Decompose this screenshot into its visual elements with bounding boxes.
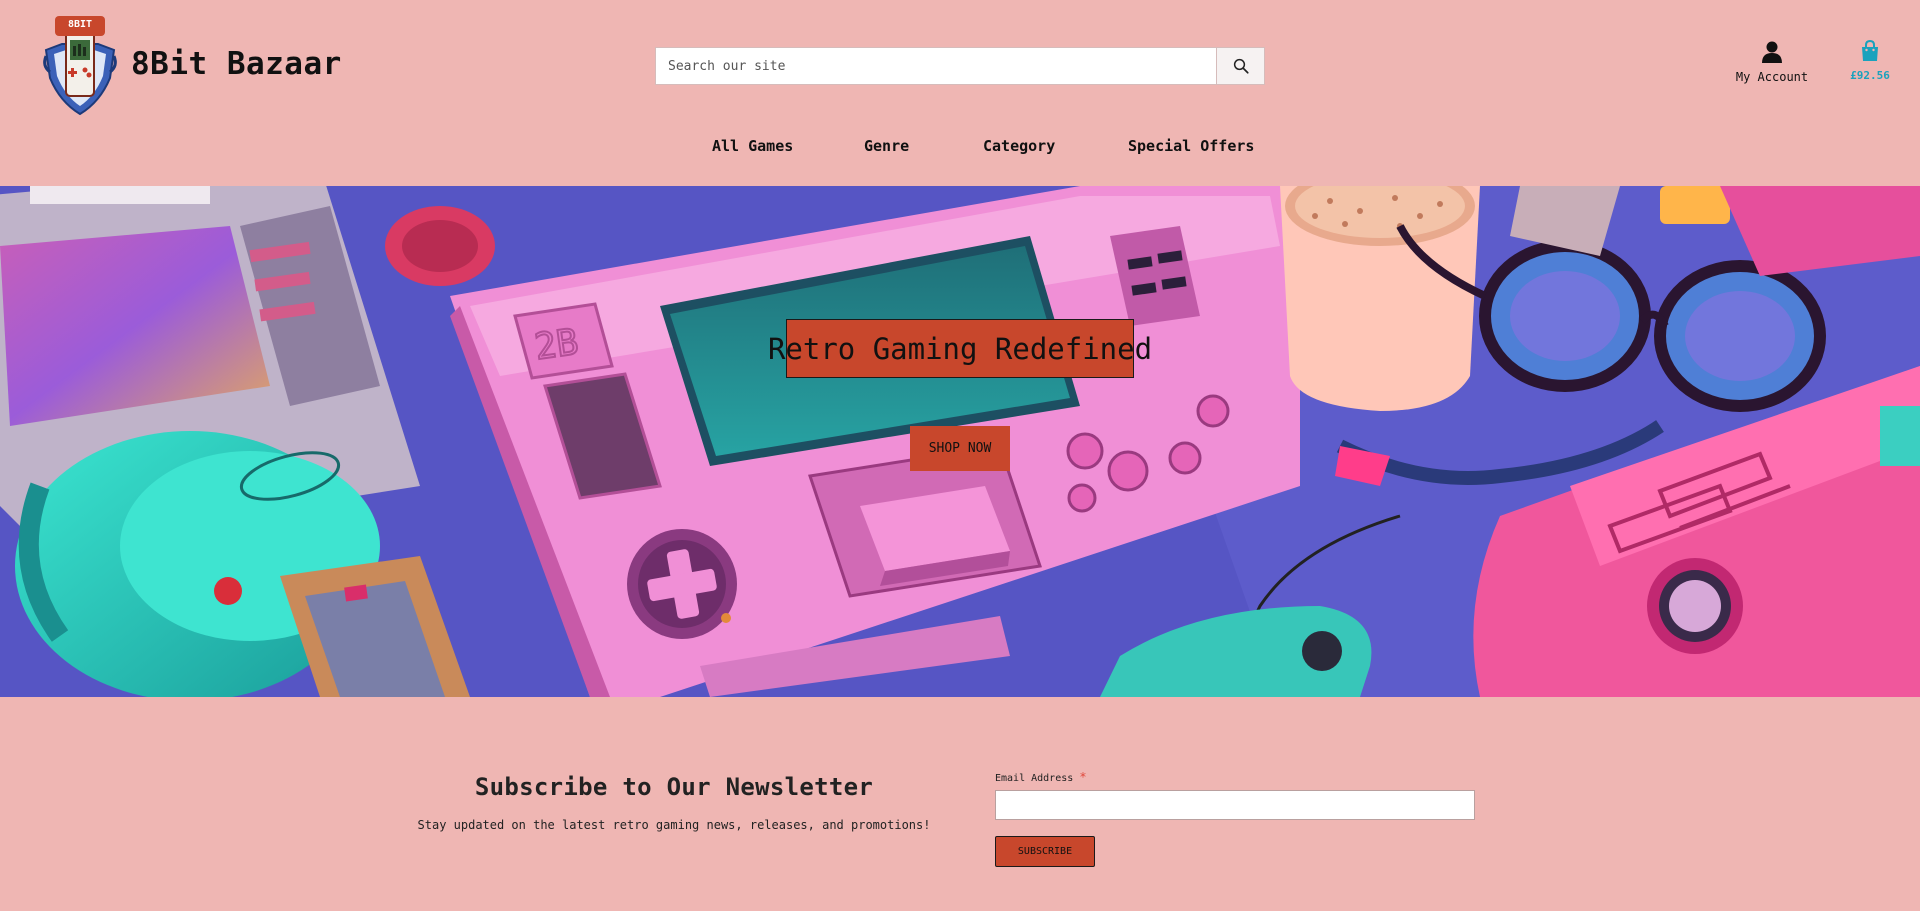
subscribe-button[interactable]: SUBSCRIBE xyxy=(995,836,1095,867)
search-form xyxy=(655,47,1265,85)
logo-badge-text: 8BIT xyxy=(67,19,93,30)
shopping-bag-icon xyxy=(1862,39,1878,61)
site-header: 8BIT 8Bit Bazaar My Account £92.56 All G… xyxy=(0,0,1920,186)
search-icon xyxy=(1233,58,1249,74)
search-button[interactable] xyxy=(1216,48,1264,84)
user-icon xyxy=(1762,41,1782,63)
shop-now-button[interactable]: SHOP NOW xyxy=(910,426,1010,471)
cart-total: £92.56 xyxy=(1850,69,1890,82)
newsletter-section: Subscribe to Our Newsletter Stay updated… xyxy=(0,697,1920,911)
my-account-label: My Account xyxy=(1735,70,1809,84)
hero-title: Retro Gaming Redefined xyxy=(768,319,1152,378)
console-badge-text: 2B xyxy=(532,322,581,369)
newsletter-subtitle: Stay updated on the latest retro gaming … xyxy=(417,818,931,832)
newsletter-title: Subscribe to Our Newsletter xyxy=(474,773,874,801)
nav-all-games[interactable]: All Games xyxy=(712,137,793,155)
cart-link[interactable]: £92.56 xyxy=(1840,39,1900,82)
hero-banner: 2B Retro Gaming Redefined SHOP NOW xyxy=(0,186,1920,697)
email-input[interactable] xyxy=(995,790,1475,820)
my-account-link[interactable]: My Account xyxy=(1730,40,1814,84)
required-marker: * xyxy=(1079,770,1087,784)
nav-genre[interactable]: Genre xyxy=(864,137,909,155)
nav-category[interactable]: Category xyxy=(983,137,1055,155)
site-logo[interactable]: 8BIT xyxy=(40,16,120,116)
nav-special-offers[interactable]: Special Offers xyxy=(1128,137,1254,155)
email-label-text: Email Address xyxy=(995,773,1074,784)
main-nav: All Games Genre Category Special Offers xyxy=(0,137,1920,159)
search-input[interactable] xyxy=(656,48,1216,84)
brand-name: 8Bit Bazaar xyxy=(131,46,342,82)
email-label: Email Address * xyxy=(995,770,1087,784)
